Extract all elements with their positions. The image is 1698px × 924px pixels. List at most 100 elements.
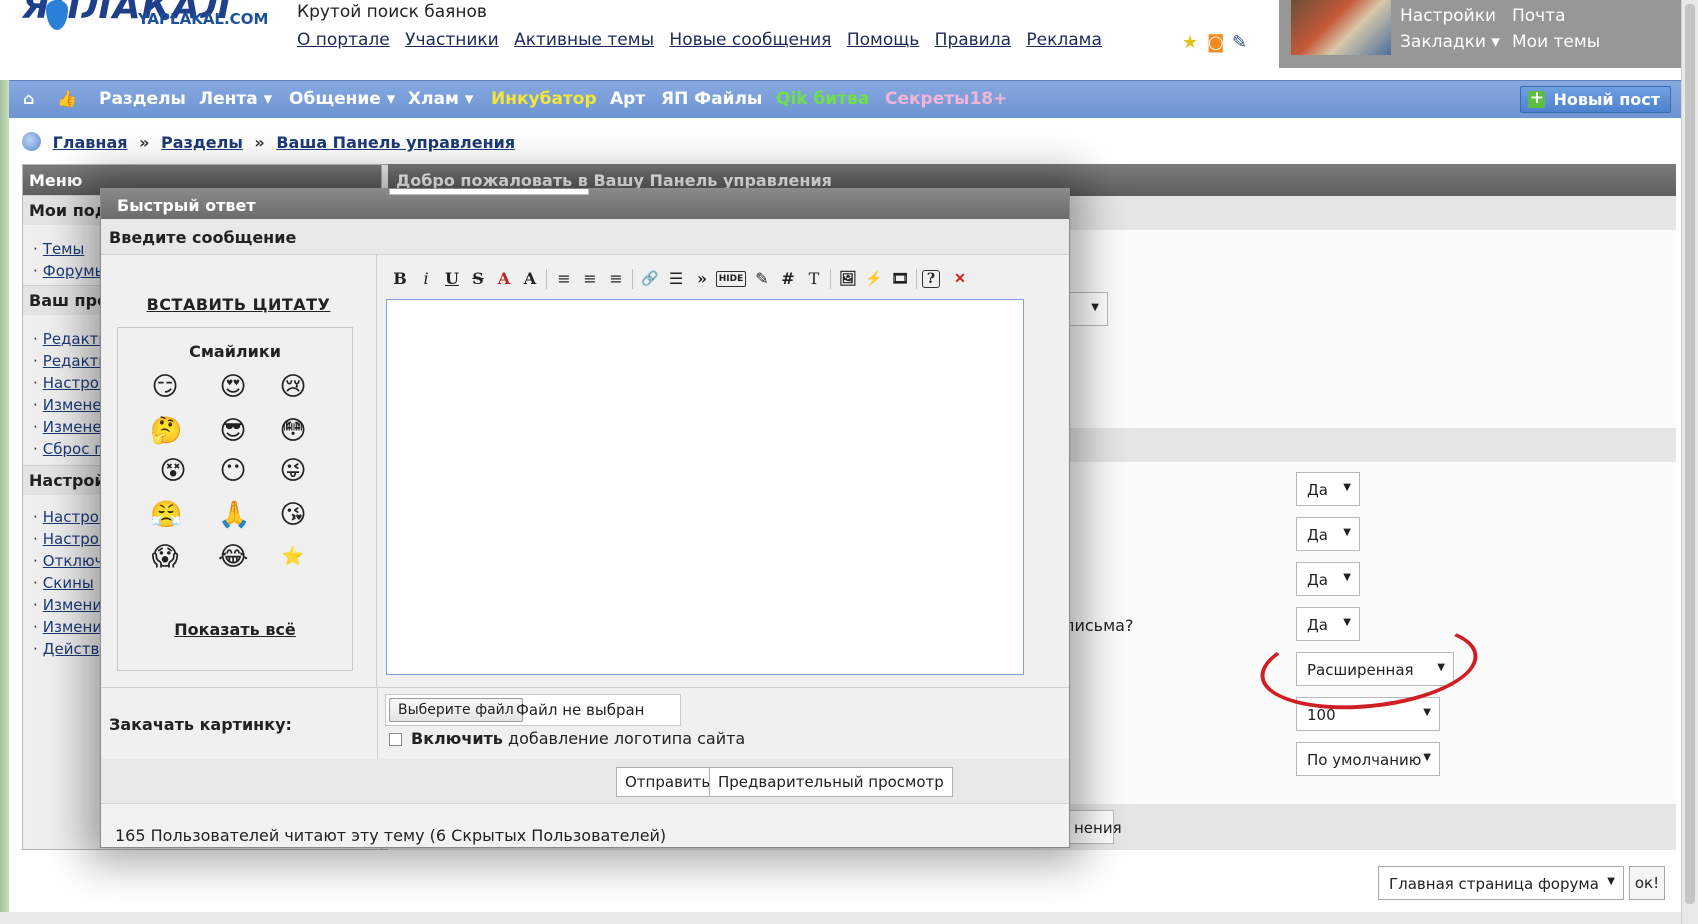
menu-link[interactable]: · Измени [33, 618, 102, 636]
save-changes-button[interactable]: нения [1064, 810, 1122, 844]
hash-icon[interactable]: # [776, 267, 800, 291]
breadcrumb-current[interactable]: Ваша Панель управления [276, 133, 515, 152]
menu-link[interactable]: · Скины [33, 574, 94, 592]
list-icon[interactable]: ☰ [664, 267, 688, 291]
menu-link[interactable]: · Форумы [33, 262, 106, 280]
align-right-icon[interactable]: ≡ [604, 267, 628, 291]
breadcrumb-home[interactable]: Главная [53, 133, 128, 152]
image-icon[interactable]: 🖼 [836, 267, 860, 291]
link-help[interactable]: Помощь [847, 30, 919, 50]
menu-link[interactable]: · Измене [33, 396, 102, 414]
help-icon[interactable]: ? [922, 270, 940, 288]
send-button[interactable]: Отправить [616, 767, 720, 797]
bold-icon[interactable]: B [388, 267, 412, 291]
add-logo-checkbox[interactable] [389, 733, 402, 746]
option-select-yes-2[interactable]: Да ▼ [1296, 517, 1360, 551]
quote-icon[interactable]: » [690, 267, 714, 291]
scrollbar-thumb[interactable] [1685, 4, 1695, 904]
underline-icon[interactable]: U [440, 267, 464, 291]
smiley-icon[interactable]: 😎 [218, 416, 248, 446]
link-active-topics[interactable]: Активные темы [514, 30, 654, 50]
site-logo[interactable]: ЯПЛАКАЛ YAPLAKAL.COM [20, 0, 268, 30]
menu-link[interactable]: · Сброс г [33, 440, 102, 458]
nav-item-social[interactable]: Общение ▾ [289, 89, 395, 109]
hide-icon[interactable]: HIDE [716, 271, 746, 287]
forum-jump-select[interactable]: Главная страница форума ▼ [1378, 866, 1624, 900]
menu-link[interactable]: · Измени [33, 596, 102, 614]
choose-file-button[interactable]: Выберите файл [389, 698, 523, 722]
link-ads[interactable]: Реклама [1026, 30, 1102, 50]
smiley-icon[interactable]: 🤔 [150, 416, 182, 446]
link-rules[interactable]: Правила [935, 30, 1011, 50]
smiley-icon[interactable]: 😍 [218, 372, 248, 402]
smiley-icon[interactable]: 🙏 [218, 500, 250, 530]
font-color-icon[interactable]: A [492, 267, 516, 291]
smiley-icon[interactable]: 😢 [278, 372, 308, 402]
menu-link[interactable]: · Действ [33, 640, 99, 658]
smiley-icon[interactable]: 😂 [218, 542, 248, 572]
avatar[interactable] [1291, 0, 1391, 55]
settings-link[interactable]: Настройки [1400, 6, 1496, 26]
smiley-icon[interactable]: 😏 [150, 372, 180, 402]
nav-item-art[interactable]: Арт [610, 89, 645, 109]
breadcrumb-sections[interactable]: Разделы [161, 133, 243, 152]
edit-icon[interactable]: ✎ [750, 267, 774, 291]
menu-link[interactable]: · Темы [33, 240, 84, 258]
forum-jump-ok-button[interactable]: ок! [1629, 866, 1665, 900]
option-select-yes-1[interactable]: Да ▼ [1296, 472, 1360, 506]
rss-icon[interactable]: ◙ [1207, 32, 1224, 53]
scrollbar[interactable] [1681, 0, 1698, 924]
font-size-icon[interactable]: A [518, 267, 542, 291]
smiley-icon[interactable]: 😵 [158, 456, 188, 486]
preview-button[interactable]: Предварительный просмотр [709, 767, 953, 797]
menu-link[interactable]: · Редакти [33, 352, 108, 370]
menu-link[interactable]: · Измене [33, 418, 102, 436]
link-icon[interactable]: 🔗 [638, 267, 662, 291]
nav-item-feed[interactable]: Лента ▾ [199, 89, 272, 109]
my-topics-link[interactable]: Мои темы [1512, 32, 1600, 52]
smiley-icon[interactable]: 😤 [150, 500, 182, 530]
menu-link[interactable]: · Настрой [33, 508, 109, 526]
menu-link[interactable]: · Настрой [33, 374, 109, 392]
nav-item-qik-battle[interactable]: Qik битва [776, 89, 869, 109]
bookmarks-link[interactable]: Закладки ▾ [1400, 32, 1500, 52]
home-icon[interactable]: ⌂ [23, 89, 34, 108]
align-center-icon[interactable]: ≡ [578, 267, 602, 291]
star-icon[interactable]: ★ [1182, 32, 1198, 53]
link-new-messages[interactable]: Новые сообщения [669, 30, 831, 50]
new-post-button[interactable]: + Новый пост [1520, 86, 1671, 113]
smiley-icon[interactable]: 😳 [278, 416, 308, 446]
default-select[interactable]: По умолчанию ▼ [1296, 742, 1440, 776]
smiley-icon[interactable]: 😜 [278, 456, 308, 486]
option-select-yes-3[interactable]: Да ▼ [1296, 562, 1360, 596]
thumbs-up-icon[interactable]: 👍 [57, 89, 77, 108]
mail-link[interactable]: Почта [1512, 6, 1566, 26]
menu-link[interactable]: · Редакти [33, 330, 108, 348]
message-textarea[interactable] [386, 299, 1024, 675]
menu-link[interactable]: · Настрой [33, 530, 109, 548]
nav-item-incubator[interactable]: Инкубатор [491, 89, 597, 109]
insert-quote-link[interactable]: ВСТАВИТЬ ЦИТАТУ [101, 295, 376, 314]
smiley-icon[interactable]: 😱 [150, 542, 180, 572]
close-icon[interactable]: ✕ [948, 267, 972, 291]
video-icon[interactable]: 🎞 [888, 267, 912, 291]
link-about[interactable]: О портале [297, 30, 390, 50]
text-icon[interactable]: T [802, 267, 826, 291]
nav-item-sections[interactable]: Разделы [99, 89, 186, 109]
nav-item-secrets[interactable]: Секреты18+ [885, 89, 1007, 109]
show-all-smileys-link[interactable]: Показать всё [118, 620, 352, 639]
file-input[interactable]: Выберите файл Файл не выбран [385, 694, 681, 726]
hidden-select[interactable]: ▼ [1064, 292, 1108, 326]
align-left-icon[interactable]: ≡ [552, 267, 576, 291]
link-members[interactable]: Участники [405, 30, 499, 50]
nav-item-files[interactable]: ЯП Файлы [661, 89, 762, 109]
flash-icon[interactable]: ⚡ [862, 267, 886, 291]
pen-icon[interactable]: ✎ [1232, 32, 1247, 53]
smiley-icon[interactable]: 😘 [278, 500, 308, 530]
smiley-icon[interactable]: 😶 [218, 456, 248, 486]
menu-link[interactable]: · Отключ [33, 552, 103, 570]
nav-item-junk[interactable]: Хлам ▾ [408, 89, 473, 109]
smiley-icon[interactable]: ⭐ [278, 542, 308, 572]
strikethrough-icon[interactable]: S [466, 267, 490, 291]
italic-icon[interactable]: i [414, 267, 438, 291]
